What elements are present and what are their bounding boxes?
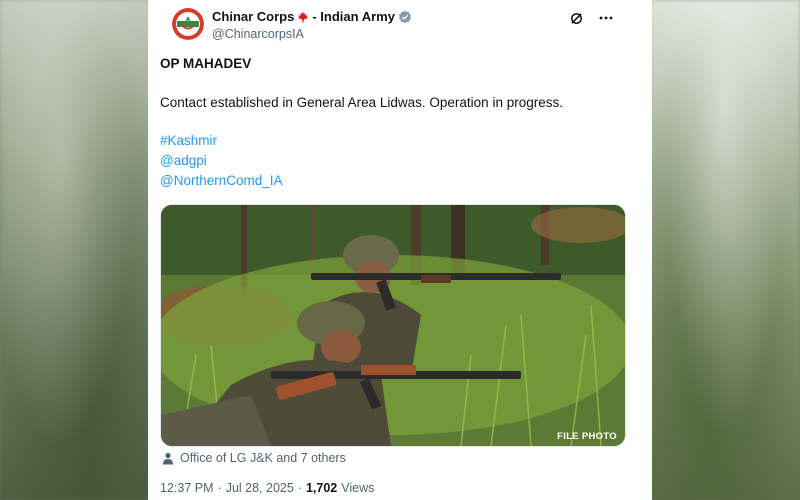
account-name: Chinar Corps [212,9,295,24]
background-right-blur [650,0,800,500]
post-title: OP MAHADEV [160,56,252,71]
views-count: 1,702 [305,481,338,495]
views-label: Views [341,481,375,495]
account-handle[interactable]: @ChinarcorpsIA [212,27,412,41]
post-media-photo[interactable]: FILE PHOTO [160,204,626,447]
background-left-blur [0,0,150,500]
tagged-users[interactable]: Office of LG J&K and 7 others [162,451,346,465]
meta-separator-1: · [217,481,222,495]
display-name[interactable]: Chinar Corps - Indian Army [212,9,412,24]
header-actions [568,10,614,26]
mention-link-northerncomd[interactable]: @NorthernComd_IA [160,171,630,191]
meta-separator-2: · [297,481,302,495]
grok-icon[interactable] [568,10,584,26]
verified-badge-icon [398,10,411,23]
post-date[interactable]: Jul 28, 2025 [226,481,294,495]
account-name-suffix: - Indian Army [312,9,395,24]
post-time[interactable]: 12:37 PM [160,481,214,495]
maple-leaf-icon [298,11,309,22]
post-card: Chinar Corps - Indian Army @ChinarcorpsI… [148,0,652,500]
account-names: Chinar Corps - Indian Army @ChinarcorpsI… [212,9,412,41]
post-body: OP MAHADEV Contact established in Genera… [160,56,630,191]
person-icon [163,452,173,464]
mention-link-adgpi[interactable]: @adgpi [160,151,630,171]
tagged-text: Office of LG J&K and 7 others [180,451,346,465]
hashtag-link-kashmir[interactable]: #Kashmir [160,131,630,151]
more-icon[interactable] [598,10,614,26]
post-text: Contact established in General Area Lidw… [160,95,563,110]
photo-illustration [161,205,625,446]
post-header: Chinar Corps - Indian Army @ChinarcorpsI… [160,0,640,52]
post-links: #Kashmir @adgpi @NorthernComd_IA [160,131,630,191]
avatar[interactable] [172,8,204,40]
file-photo-caption: FILE PHOTO [557,431,617,442]
post-meta: 12:37 PM · Jul 28, 2025 · 1,702 Views [160,481,374,495]
